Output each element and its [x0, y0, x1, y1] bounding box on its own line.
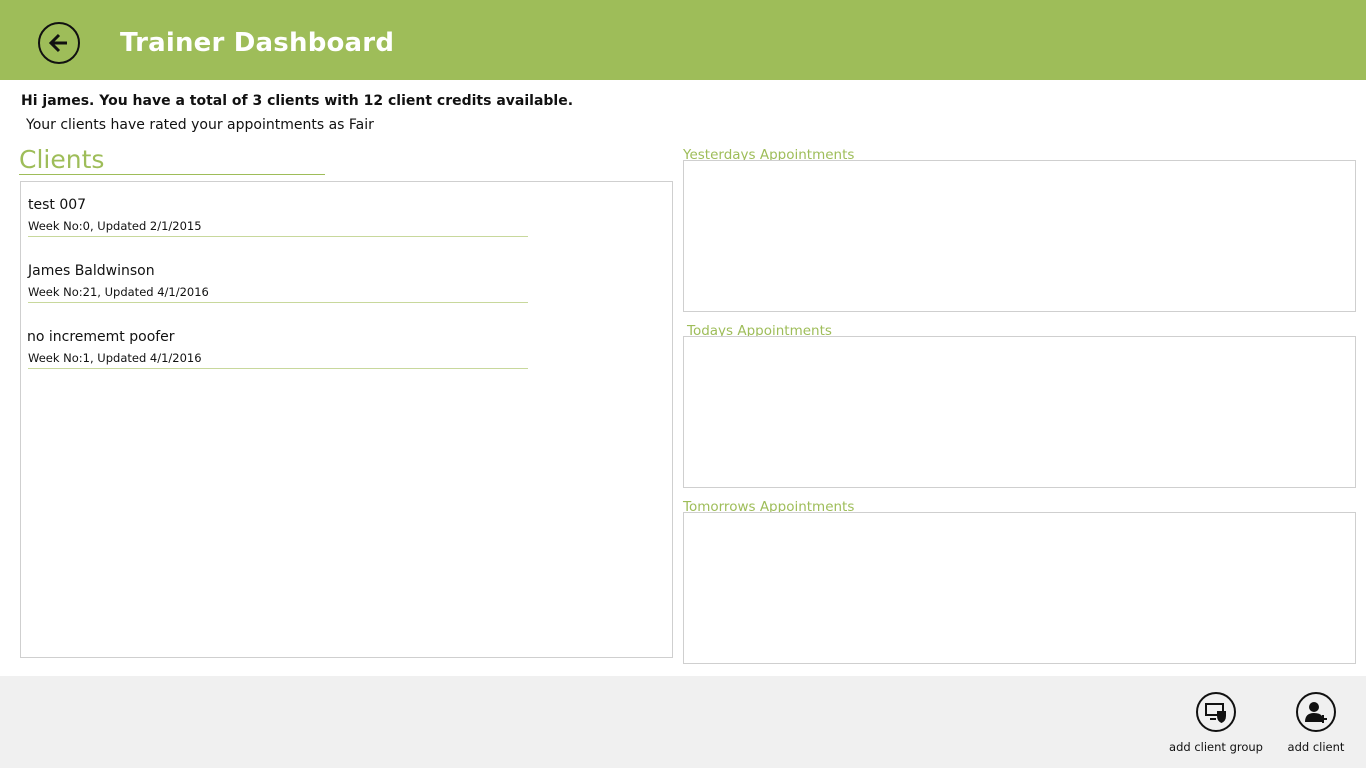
add-user-icon-circle [1296, 692, 1336, 732]
greeting-text: Hi james. You have a total of 3 clients … [21, 93, 574, 109]
header-bar: Trainer Dashboard [0, 0, 1366, 80]
client-name: no incrememt poofer [27, 329, 175, 345]
client-meta: Week No:0, Updated 2/1/2015 [28, 219, 202, 233]
clients-heading: Clients [19, 146, 325, 175]
app-bar: add client group add client [0, 676, 1366, 768]
add-group-icon [1205, 703, 1226, 723]
client-meta: Week No:21, Updated 4/1/2016 [28, 285, 209, 299]
add-client-group-label: add client group [1169, 740, 1263, 754]
add-client-label: add client [1287, 740, 1345, 754]
client-meta: Week No:1, Updated 4/1/2016 [28, 351, 202, 365]
client-item[interactable]: test 007 Week No:0, Updated 2/1/2015 [28, 192, 528, 237]
tomorrow-appointments-list[interactable] [683, 512, 1356, 664]
back-button[interactable] [38, 22, 80, 64]
back-arrow-icon [48, 33, 67, 53]
yesterday-appointments-list[interactable] [683, 160, 1356, 312]
client-name: test 007 [28, 197, 87, 213]
today-appointments-list[interactable] [683, 336, 1356, 488]
add-client-group-button[interactable]: add client group [1169, 692, 1263, 754]
clients-list: test 007 Week No:0, Updated 2/1/2015 Jam… [20, 181, 673, 658]
add-client-button[interactable]: add client [1286, 692, 1346, 754]
page-title: Trainer Dashboard [120, 28, 395, 58]
rating-text: Your clients have rated your appointment… [26, 117, 374, 133]
client-item[interactable]: James Baldwinson Week No:21, Updated 4/1… [28, 258, 528, 303]
client-name: James Baldwinson [28, 263, 155, 279]
add-group-icon-circle [1196, 692, 1236, 732]
add-user-icon [1305, 702, 1327, 723]
client-item[interactable]: no incrememt poofer Week No:1, Updated 4… [27, 324, 528, 369]
